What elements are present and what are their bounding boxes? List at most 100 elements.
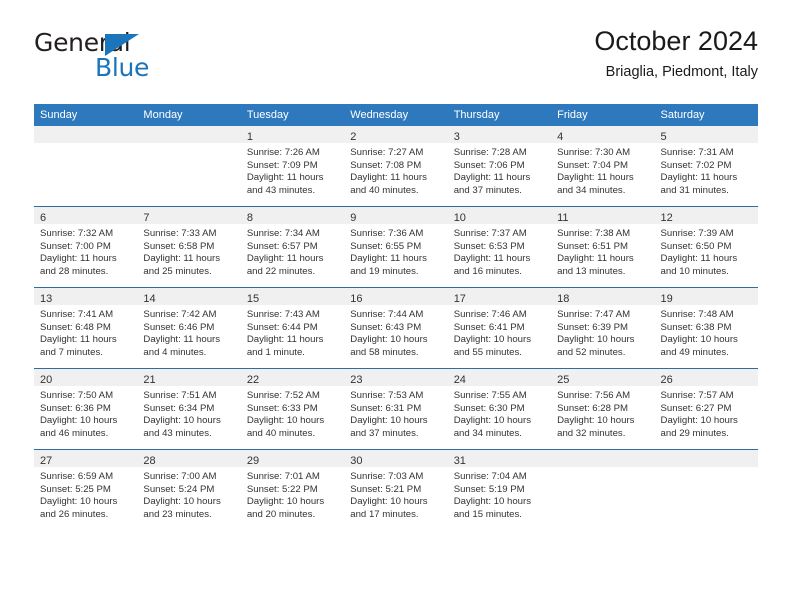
daylight-text-line2: and 13 minutes. bbox=[557, 265, 626, 277]
day-sun-info: Sunrise: 7:52 AM Sunset: 6:33 PM Daylight:… bbox=[241, 386, 344, 440]
calendar-day-cell[interactable]: 17 Sunrise: 7:46 AM Sunset: 6:41 PM Dayligh… bbox=[447, 287, 552, 369]
calendar-day-cell[interactable]: 15 Sunrise: 7:43 AM Sunset: 6:44 PM Dayligh… bbox=[240, 287, 345, 369]
daylight-text-line2: and 15 minutes. bbox=[453, 508, 522, 520]
day-number: 11 bbox=[557, 212, 569, 224]
calendar-day-cell[interactable]: 27 Sunrise: 6:59 AM Sunset: 5:25 PM Dayligh… bbox=[34, 449, 138, 530]
calendar-day-cell[interactable]: 16 Sunrise: 7:44 AM Sunset: 6:43 PM Dayligh… bbox=[344, 287, 448, 369]
day-cell-content: 5 Sunrise: 7:31 AM Sunset: 7:02 PM Daylight… bbox=[654, 126, 758, 206]
calendar-week-row: 6 Sunrise: 7:32 AM Sunset: 7:00 PM Daylight… bbox=[34, 206, 758, 288]
page-subtitle: Briaglia, Piedmont, Italy bbox=[605, 64, 758, 81]
day-sun-info: Sunrise: 7:37 AM Sunset: 6:53 PM Daylight:… bbox=[448, 224, 551, 278]
day-cell-content: 9 Sunrise: 7:36 AM Sunset: 6:55 PM Daylight… bbox=[344, 207, 448, 287]
day-sun-info: Sunrise: 7:38 AM Sunset: 6:51 PM Daylight:… bbox=[551, 224, 654, 278]
daylight-text-line1: Daylight: 11 hours bbox=[246, 172, 324, 184]
calendar-day-cell[interactable]: 23 Sunrise: 7:53 AM Sunset: 6:31 PM Dayligh… bbox=[344, 368, 448, 450]
sunrise-text: Sunrise: 7:39 AM bbox=[660, 228, 734, 239]
calendar-day-cell[interactable]: 1 Sunrise: 7:26 AM Sunset: 7:09 PM Daylight… bbox=[240, 126, 345, 207]
sunrise-text: Sunrise: 7:51 AM bbox=[143, 390, 217, 401]
calendar-day-cell[interactable]: 24 Sunrise: 7:55 AM Sunset: 6:30 PM Dayligh… bbox=[447, 368, 552, 450]
sunrise-text: Sunrise: 7:27 AM bbox=[350, 147, 424, 158]
day-cell-content bbox=[551, 450, 655, 530]
calendar-day-cell[interactable]: 5 Sunrise: 7:31 AM Sunset: 7:02 PM Daylight… bbox=[654, 126, 758, 207]
day-sun-info: Sunrise: 7:27 AM Sunset: 7:08 PM Daylight:… bbox=[344, 143, 447, 197]
calendar-day-cell[interactable]: 10 Sunrise: 7:37 AM Sunset: 6:53 PM Dayligh… bbox=[447, 206, 552, 288]
sunrise-text: Sunrise: 7:04 AM bbox=[453, 471, 527, 482]
sunrise-text: Sunrise: 7:26 AM bbox=[246, 147, 320, 158]
calendar-day-cell[interactable]: 25 Sunrise: 7:56 AM Sunset: 6:28 PM Dayligh… bbox=[551, 368, 655, 450]
sunrise-text: Sunrise: 7:30 AM bbox=[557, 147, 631, 158]
sunrise-text: Sunrise: 7:47 AM bbox=[557, 309, 631, 320]
daylight-text-line1: Daylight: 11 hours bbox=[350, 172, 427, 184]
day-cell-content: 13 Sunrise: 7:41 AM Sunset: 6:48 PM Dayligh… bbox=[34, 288, 138, 368]
day-cell-content: 22 Sunrise: 7:52 AM Sunset: 6:33 PM Dayligh… bbox=[240, 369, 345, 449]
day-number: 24 bbox=[453, 374, 466, 386]
day-number-bar: 2 bbox=[344, 126, 448, 143]
sunset-text: Sunset: 7:00 PM bbox=[40, 240, 111, 252]
daylight-text-line1: Daylight: 10 hours bbox=[246, 496, 325, 508]
sunset-text: Sunset: 6:46 PM bbox=[143, 321, 215, 333]
weekday-header-friday: Friday bbox=[551, 104, 655, 126]
calendar-day-cell[interactable]: 29 Sunrise: 7:01 AM Sunset: 5:22 PM Dayligh… bbox=[240, 449, 345, 530]
calendar-day-cell[interactable]: 14 Sunrise: 7:42 AM Sunset: 6:46 PM Dayligh… bbox=[137, 287, 241, 369]
calendar-day-cell[interactable]: 26 Sunrise: 7:57 AM Sunset: 6:27 PM Dayligh… bbox=[654, 368, 758, 450]
calendar-day-cell[interactable]: 3 Sunrise: 7:28 AM Sunset: 7:06 PM Daylight… bbox=[447, 126, 552, 207]
day-sun-info: Sunrise: 7:51 AM Sunset: 6:34 PM Daylight:… bbox=[137, 386, 240, 440]
calendar-day-cell[interactable]: 21 Sunrise: 7:51 AM Sunset: 6:34 PM Dayligh… bbox=[137, 368, 241, 450]
daylight-text-line1: Daylight: 10 hours bbox=[453, 334, 532, 346]
weekday-header-saturday: Saturday bbox=[654, 104, 758, 126]
day-number: 2 bbox=[350, 131, 357, 143]
calendar-day-cell[interactable]: 28 Sunrise: 7:00 AM Sunset: 5:24 PM Dayligh… bbox=[137, 449, 241, 530]
daylight-text-line2: and 25 minutes. bbox=[143, 265, 212, 277]
day-number-bar bbox=[137, 126, 241, 143]
day-number-bar: 26 bbox=[654, 369, 758, 386]
daylight-text-line2: and 7 minutes. bbox=[40, 346, 103, 358]
calendar-day-cell[interactable]: 9 Sunrise: 7:36 AM Sunset: 6:55 PM Daylight… bbox=[344, 206, 448, 288]
sunset-text: Sunset: 5:19 PM bbox=[453, 483, 525, 495]
daylight-text-line2: and 26 minutes. bbox=[40, 508, 109, 520]
calendar-day-cell[interactable]: 8 Sunrise: 7:34 AM Sunset: 6:57 PM Daylight… bbox=[240, 206, 345, 288]
day-number: 23 bbox=[350, 374, 363, 386]
calendar-day-cell[interactable]: 7 Sunrise: 7:33 AM Sunset: 6:58 PM Daylight… bbox=[137, 206, 241, 288]
daylight-text-line1: Daylight: 11 hours bbox=[660, 172, 738, 184]
daylight-text-line1: Daylight: 10 hours bbox=[453, 496, 532, 508]
daylight-text-line2: and 37 minutes. bbox=[453, 184, 522, 196]
general-blue-logo: General Blue bbox=[34, 30, 264, 90]
calendar-day-cell[interactable]: 12 Sunrise: 7:39 AM Sunset: 6:50 PM Dayligh… bbox=[654, 206, 758, 288]
calendar-day-cell[interactable]: 11 Sunrise: 7:38 AM Sunset: 6:51 PM Dayligh… bbox=[551, 206, 655, 288]
calendar-day-cell[interactable]: 31 Sunrise: 7:04 AM Sunset: 5:19 PM Dayligh… bbox=[447, 449, 552, 530]
day-cell-content: 11 Sunrise: 7:38 AM Sunset: 6:51 PM Dayligh… bbox=[551, 207, 655, 287]
day-sun-info: Sunrise: 7:03 AM Sunset: 5:21 PM Daylight:… bbox=[344, 467, 447, 521]
day-number-bar: 24 bbox=[447, 369, 552, 386]
day-cell-content: 10 Sunrise: 7:37 AM Sunset: 6:53 PM Dayligh… bbox=[447, 207, 552, 287]
day-number-bar: 20 bbox=[34, 369, 138, 386]
day-number: 9 bbox=[350, 212, 357, 224]
calendar-day-cell[interactable]: 4 Sunrise: 7:30 AM Sunset: 7:04 PM Daylight… bbox=[551, 126, 655, 207]
day-number: 7 bbox=[143, 212, 150, 224]
sunset-text: Sunset: 6:41 PM bbox=[453, 321, 525, 333]
day-cell-content bbox=[34, 126, 138, 206]
sunrise-text: Sunrise: 7:41 AM bbox=[40, 309, 114, 320]
calendar-day-cell[interactable]: 13 Sunrise: 7:41 AM Sunset: 6:48 PM Dayligh… bbox=[34, 287, 138, 369]
calendar-day-cell[interactable]: 22 Sunrise: 7:52 AM Sunset: 6:33 PM Dayligh… bbox=[240, 368, 345, 450]
calendar-day-cell[interactable]: 6 Sunrise: 7:32 AM Sunset: 7:00 PM Daylight… bbox=[34, 206, 138, 288]
day-number: 6 bbox=[40, 212, 47, 224]
sunset-text: Sunset: 6:30 PM bbox=[453, 402, 525, 414]
daylight-text-line1: Daylight: 10 hours bbox=[350, 415, 428, 427]
calendar-day-cell[interactable]: 20 Sunrise: 7:50 AM Sunset: 6:36 PM Dayligh… bbox=[34, 368, 138, 450]
sunrise-text: Sunrise: 7:50 AM bbox=[40, 390, 114, 401]
day-cell-content: 20 Sunrise: 7:50 AM Sunset: 6:36 PM Dayligh… bbox=[34, 369, 138, 449]
day-number-bar bbox=[34, 126, 138, 143]
calendar-day-cell[interactable]: 18 Sunrise: 7:47 AM Sunset: 6:39 PM Dayligh… bbox=[551, 287, 655, 369]
day-cell-content: 25 Sunrise: 7:56 AM Sunset: 6:28 PM Dayligh… bbox=[551, 369, 655, 449]
sunset-text: Sunset: 6:51 PM bbox=[557, 240, 629, 252]
daylight-text-line1: Daylight: 10 hours bbox=[557, 334, 635, 346]
daylight-text-line2: and 19 minutes. bbox=[350, 265, 419, 277]
sunrise-text: Sunrise: 7:53 AM bbox=[350, 390, 424, 401]
daylight-text-line1: Daylight: 11 hours bbox=[557, 172, 634, 184]
calendar-day-cell[interactable]: 2 Sunrise: 7:27 AM Sunset: 7:08 PM Daylight… bbox=[344, 126, 448, 207]
calendar-day-cell[interactable]: 19 Sunrise: 7:48 AM Sunset: 6:38 PM Dayligh… bbox=[654, 287, 758, 369]
calendar-day-cell[interactable]: 30 Sunrise: 7:03 AM Sunset: 5:21 PM Dayligh… bbox=[344, 449, 448, 530]
day-cell-content: 2 Sunrise: 7:27 AM Sunset: 7:08 PM Daylight… bbox=[344, 126, 448, 206]
sunset-text: Sunset: 6:27 PM bbox=[660, 402, 732, 414]
sunrise-text: Sunrise: 7:03 AM bbox=[350, 471, 424, 482]
